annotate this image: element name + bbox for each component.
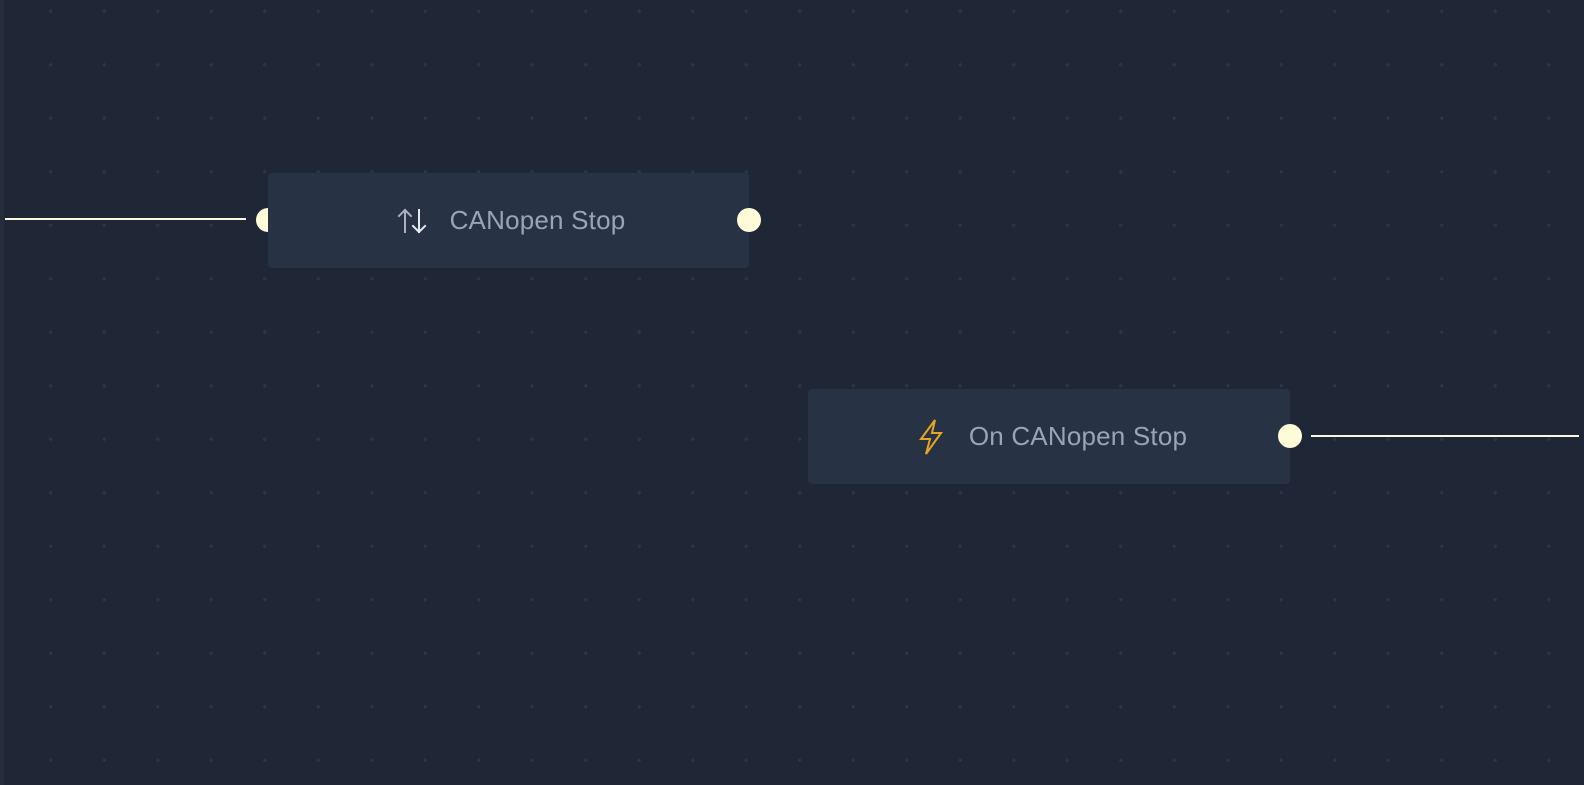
flow-canvas[interactable]: CANopen Stop On CANopen Stop — [0, 0, 1584, 785]
on-canopen-stop-output-port[interactable] — [1278, 424, 1302, 448]
canopen-stop-label: CANopen Stop — [449, 205, 626, 235]
edge-incoming[interactable] — [5, 218, 246, 220]
canvas-left-border — [0, 0, 4, 785]
edge-outgoing[interactable] — [1311, 435, 1579, 437]
transfer-arrows-icon — [392, 201, 432, 241]
canopen-stop-output-port[interactable] — [737, 208, 761, 232]
lightning-icon — [911, 417, 951, 457]
canopen-stop-node[interactable]: CANopen Stop — [268, 173, 749, 268]
on-canopen-stop-node[interactable]: On CANopen Stop — [808, 389, 1290, 484]
on-canopen-stop-label: On CANopen Stop — [968, 421, 1188, 451]
